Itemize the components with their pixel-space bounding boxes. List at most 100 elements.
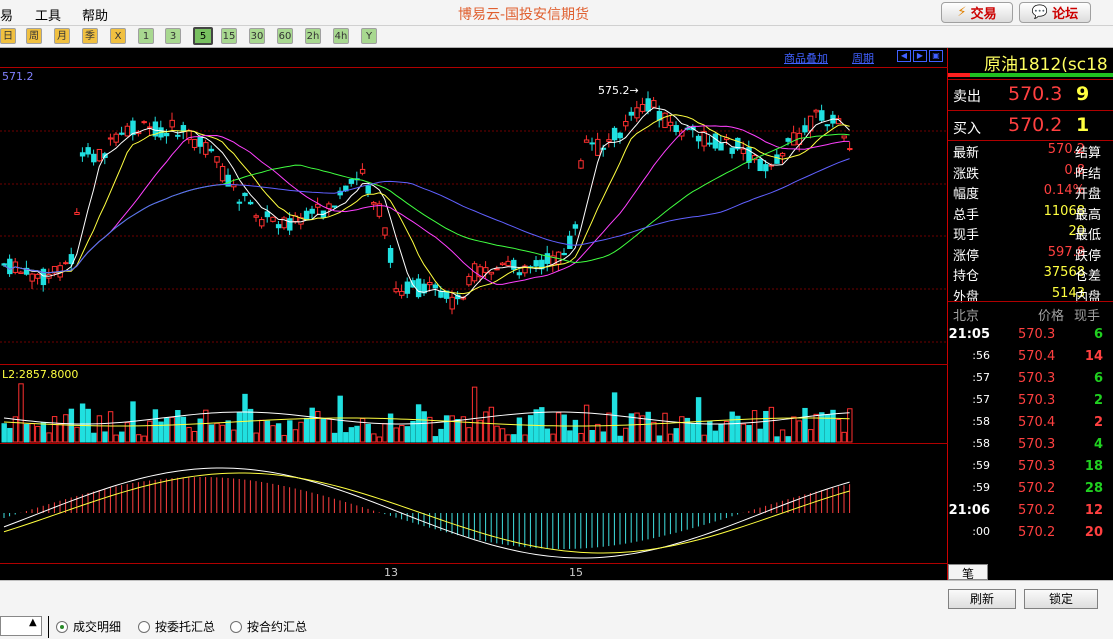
candle-body [264, 211, 271, 218]
menu-tools[interactable]: 工具 [35, 5, 61, 24]
candle-body [533, 260, 539, 267]
volume-bar [421, 411, 427, 443]
forum-button[interactable]: 💬 论坛 [1019, 2, 1091, 23]
detail-select[interactable]: ▲ [0, 616, 42, 636]
volume-bar [522, 434, 528, 443]
candle-body [701, 131, 707, 147]
stat-label: 持仓 [953, 269, 980, 284]
volume-bar [735, 415, 741, 443]
candle-body [7, 258, 13, 275]
ticks-header-price: 价格 [1038, 309, 1065, 324]
buy-price: 570.2 [1008, 114, 1063, 136]
tab-ticks[interactable]: 笔 [948, 564, 988, 581]
volume-bar [555, 412, 562, 443]
period-button-1[interactable]: 1 [138, 28, 154, 44]
bottom-bar: 刷新 锁定 [0, 580, 1113, 614]
period-button-60[interactable]: 60 [277, 28, 293, 44]
refresh-button[interactable]: 刷新 [948, 589, 1016, 609]
volume-bar [701, 434, 707, 443]
candle-body [763, 164, 769, 172]
radio-icon [230, 620, 242, 633]
volume-bar [40, 422, 47, 443]
period-button-周[interactable]: 周 [26, 28, 42, 44]
stat-label: 现手 [953, 228, 980, 243]
volume-bar [628, 413, 635, 443]
volume-bar [639, 415, 646, 443]
period-button-2h[interactable]: 2h [305, 28, 321, 44]
candle-body [639, 103, 646, 112]
period-button-Y[interactable]: Y [361, 28, 377, 44]
candle-body [130, 120, 136, 136]
period-button-5[interactable]: 5 [193, 27, 213, 45]
volume-bar [259, 419, 265, 443]
up-arrow-icon: ▲ [29, 617, 37, 628]
candle-body [466, 276, 472, 286]
candle-body [175, 134, 181, 137]
menu-trade[interactable]: 易 [0, 5, 13, 24]
volume-bar [242, 393, 248, 443]
candle-body [91, 153, 97, 163]
x-tick-label: 13 [384, 566, 398, 579]
candle-body [371, 202, 377, 205]
volume-bar [404, 426, 411, 443]
lock-button[interactable]: 锁定 [1024, 589, 1098, 609]
period-button-X[interactable]: X [110, 28, 126, 44]
volume-bar [499, 428, 506, 443]
tick-time: :00 [972, 525, 990, 538]
radio-contract-summary[interactable]: 按合约汇总 [230, 618, 307, 635]
volume-bar [331, 432, 338, 443]
period-button-日[interactable]: 日 [0, 28, 16, 44]
volume-bar [505, 434, 511, 443]
candle-body [242, 192, 248, 197]
radio-trade-detail[interactable]: 成交明细 [56, 618, 121, 635]
candle-body [578, 160, 584, 169]
period-button-3[interactable]: 3 [165, 28, 181, 44]
candle-body [18, 271, 24, 274]
volume-bar [135, 434, 142, 443]
stat-label-2: 最低 [1075, 228, 1102, 243]
volume-bar [712, 430, 719, 443]
stat-label: 涨停 [953, 248, 980, 264]
candle-body [393, 288, 399, 293]
period-button-季[interactable]: 季 [82, 28, 98, 44]
volume-bar [544, 428, 551, 443]
volume-bar [751, 410, 758, 443]
contract-header: 原油1812(sc18 [948, 48, 1113, 75]
candle-body [567, 235, 573, 249]
volume-bar [695, 397, 702, 443]
period-button-30[interactable]: 30 [249, 28, 265, 44]
period-button-月[interactable]: 月 [54, 28, 70, 44]
candle-body [96, 148, 103, 162]
menu-help[interactable]: 帮助 [82, 5, 108, 24]
trade-button[interactable]: ⚡ 交易 [941, 2, 1013, 23]
ma-line [3, 133, 850, 274]
candle-body [505, 260, 511, 267]
volume-bar [595, 423, 601, 443]
period-button-4h[interactable]: 4h [333, 28, 349, 44]
candle-body [287, 218, 293, 231]
candle-body [779, 152, 786, 157]
radio-icon [56, 620, 68, 633]
volume-bar [763, 410, 769, 443]
volume-bar [617, 435, 623, 443]
ma-line [3, 114, 850, 295]
tick-volume: 2 [1093, 415, 1103, 430]
volume-bar [768, 406, 775, 443]
macd-signal-line [3, 472, 850, 554]
candle-body [253, 215, 259, 218]
volume-bar [572, 419, 579, 443]
volume-bar [29, 423, 35, 443]
candlestick-chart[interactable] [0, 48, 948, 580]
volume-bar [824, 414, 831, 443]
candle-body [399, 290, 405, 296]
period-button-15[interactable]: 15 [221, 28, 237, 44]
candle-body [572, 224, 579, 229]
radio-order-summary[interactable]: 按委托汇总 [138, 618, 215, 635]
candle-body [141, 121, 147, 124]
volume-bar [365, 423, 371, 443]
tick-price: 570.2 [1018, 503, 1056, 518]
volume-bar [835, 419, 842, 443]
candle-body [606, 139, 612, 142]
candle-body [561, 252, 567, 256]
volume-bar [410, 420, 416, 443]
